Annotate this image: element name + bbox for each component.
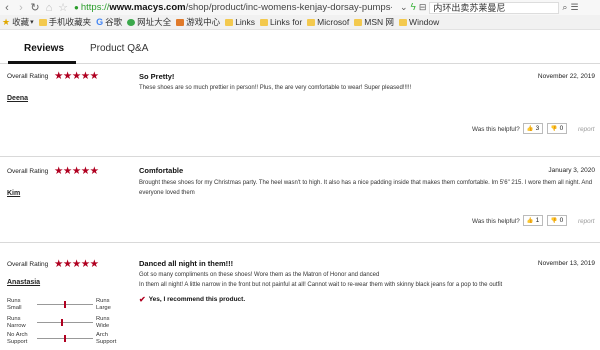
fit-size-scale: Runs Small Runs Large bbox=[7, 298, 117, 314]
fit-marker bbox=[64, 301, 66, 308]
folder-icon bbox=[260, 18, 269, 26]
reload-icon[interactable]: ↻ bbox=[28, 1, 42, 14]
helpful-label: Was this helpful? bbox=[472, 126, 520, 133]
review-author[interactable]: Kim bbox=[7, 190, 20, 197]
fit-right-label: Runs Wide bbox=[96, 316, 110, 329]
star-rating: ★★★★★ bbox=[54, 70, 99, 82]
fit-track bbox=[37, 301, 93, 308]
dropdown-icon[interactable]: ⌄ bbox=[400, 2, 408, 13]
bookmark-google[interactable]: G 谷歌 bbox=[96, 16, 122, 28]
back-icon[interactable]: ‹ bbox=[0, 2, 14, 14]
helpful-yes-button[interactable]: 👍 3 bbox=[523, 123, 543, 134]
folder-icon bbox=[38, 18, 47, 26]
review-body: Brought these shoes for my Christmas par… bbox=[139, 180, 593, 196]
bookmarks-bar: ★ 收藏 ▾ 手机收藏夹 G 谷歌 网址大全 游戏中心 Links Links … bbox=[0, 15, 600, 30]
bookmark-windows[interactable]: Window bbox=[399, 17, 439, 27]
review-author[interactable]: Anastasia bbox=[7, 279, 40, 286]
bookmark-links-for[interactable]: Links for bbox=[260, 17, 302, 27]
review-divider bbox=[0, 156, 600, 157]
url-path: /shop/product/inc-womens-kenjay-dorsay-p… bbox=[185, 2, 392, 13]
folder-icon bbox=[399, 18, 408, 26]
bolt-icon[interactable]: ϟ bbox=[411, 2, 416, 13]
forward-icon[interactable]: › bbox=[14, 2, 28, 14]
overall-rating-label: Overall Rating bbox=[7, 261, 49, 268]
fit-left-label: Runs Small bbox=[7, 298, 22, 311]
review-date: November 13, 2019 bbox=[537, 260, 595, 267]
thumbs-up-icon: 👍 bbox=[526, 217, 534, 224]
thumbs-down-icon: 👎 bbox=[550, 217, 558, 224]
overall-rating-label: Overall Rating bbox=[7, 73, 49, 80]
folder-icon bbox=[307, 18, 316, 26]
folder-icon bbox=[354, 18, 363, 26]
report-link[interactable]: report bbox=[578, 126, 594, 133]
bookmark-mobile[interactable]: 手机收藏夹 bbox=[38, 16, 91, 28]
tab-product-qa[interactable]: Product Q&A bbox=[90, 43, 148, 54]
fit-width-scale: Runs Narrow Runs Wide bbox=[7, 316, 117, 332]
lock-icon: ● bbox=[74, 3, 79, 12]
search-text: 内环出卖苏莱曼尼 bbox=[433, 3, 506, 13]
star-rating: ★★★★★ bbox=[54, 258, 99, 270]
thumbs-down-icon: 👎 bbox=[550, 125, 558, 132]
fit-arch-scale: No Arch Support Arch Support bbox=[7, 332, 117, 348]
fit-right-label: Runs Large bbox=[96, 298, 111, 311]
fit-right-label: Arch Support bbox=[96, 332, 117, 345]
review-title: Danced all night in them!!! bbox=[139, 259, 234, 268]
review-tabs: Reviews Product Q&A bbox=[0, 31, 600, 64]
fit-marker bbox=[64, 335, 66, 342]
url-input[interactable]: ● https:// www.macys.com /shop/product/i… bbox=[74, 1, 392, 14]
helpful-no-button[interactable]: 👎 0 bbox=[547, 215, 567, 226]
report-link[interactable]: report bbox=[578, 218, 594, 225]
bookmark-games[interactable]: 游戏中心 bbox=[176, 16, 220, 28]
menu-icon[interactable]: ☰ bbox=[570, 2, 578, 13]
thumbs-up-icon: 👍 bbox=[526, 125, 534, 132]
favorite-icon[interactable]: ☆ bbox=[56, 1, 70, 14]
game-icon bbox=[176, 18, 185, 26]
search-icon[interactable]: ⌕ bbox=[562, 2, 567, 13]
review-date: November 22, 2019 bbox=[537, 73, 595, 80]
review-title: Comfortable bbox=[139, 166, 184, 175]
tab-reviews[interactable]: Reviews bbox=[24, 43, 64, 54]
chevron-down-icon: ▾ bbox=[30, 19, 34, 26]
helpful-yes-button[interactable]: 👍 1 bbox=[523, 215, 543, 226]
browser-address-bar: ‹ › ↻ ⌂ ☆ ● https:// www.macys.com /shop… bbox=[0, 0, 600, 15]
review-body: These shoes are so much prettier in pers… bbox=[139, 85, 412, 91]
google-icon: G bbox=[96, 17, 104, 27]
page-icon[interactable]: ⊟ bbox=[419, 2, 427, 13]
recommend-badge: ✔ Yes, I recommend this product. bbox=[139, 295, 246, 304]
bookmark-links[interactable]: Links bbox=[225, 17, 255, 27]
overall-rating-label: Overall Rating bbox=[7, 168, 49, 175]
fit-marker bbox=[61, 319, 64, 326]
helpful-label: Was this helpful? bbox=[472, 218, 520, 225]
bookmark-msn[interactable]: MSN 网 bbox=[354, 16, 394, 28]
star-icon: ★ bbox=[2, 16, 11, 27]
review-body-line: Got so many compliments on these shoes! … bbox=[139, 272, 380, 278]
fit-track bbox=[37, 319, 93, 326]
search-input[interactable]: 内环出卖苏莱曼尼 bbox=[429, 1, 560, 14]
fit-track bbox=[37, 335, 93, 342]
fit-left-label: Runs Narrow bbox=[7, 316, 26, 329]
review-title: So Pretty! bbox=[139, 72, 175, 81]
active-tab-indicator bbox=[8, 61, 76, 64]
folder-icon bbox=[225, 18, 234, 26]
globe-icon bbox=[127, 18, 136, 26]
bookmark-microsoft[interactable]: Microsof bbox=[307, 17, 349, 27]
review-divider bbox=[0, 242, 600, 243]
bookmark-favorites[interactable]: ★ 收藏 ▾ bbox=[2, 16, 34, 28]
bookmark-directory[interactable]: 网址大全 bbox=[127, 16, 171, 28]
review-body-line: In them all night! A little narrow in th… bbox=[139, 282, 503, 288]
fit-left-label: No Arch Support bbox=[7, 332, 28, 345]
url-domain: www.macys.com bbox=[109, 2, 186, 13]
url-scheme: https:// bbox=[80, 2, 110, 13]
star-rating: ★★★★★ bbox=[54, 165, 99, 177]
home-icon[interactable]: ⌂ bbox=[42, 2, 56, 14]
helpful-no-button[interactable]: 👎 0 bbox=[547, 123, 567, 134]
review-author[interactable]: Deena bbox=[7, 95, 28, 102]
checkmark-icon: ✔ bbox=[139, 295, 146, 304]
review-date: January 3, 2020 bbox=[548, 167, 595, 174]
